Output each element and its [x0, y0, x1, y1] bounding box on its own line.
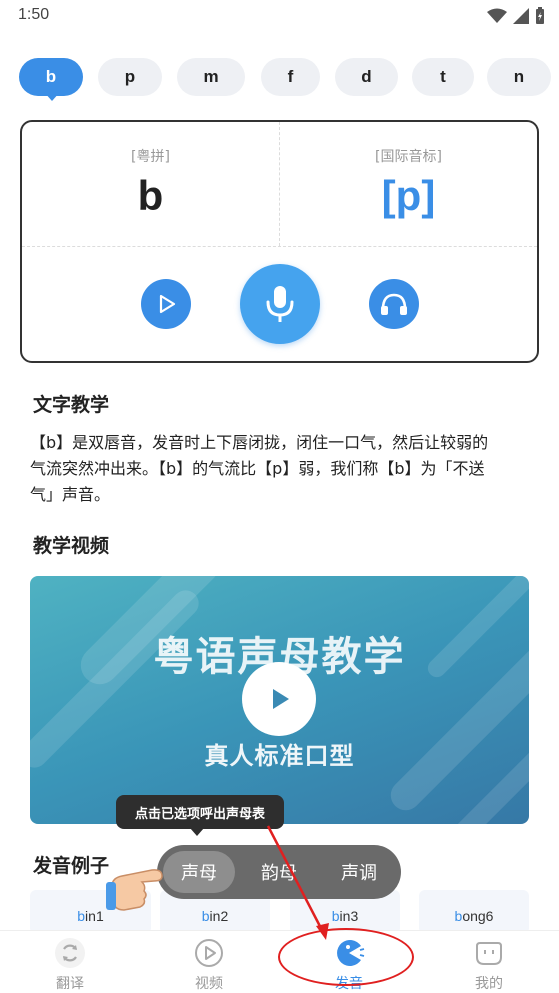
video-subtitle: 真人标准口型 [204, 742, 355, 770]
tab-video[interactable]: 视频 [159, 931, 259, 993]
description-line: 气流突然冲出来。【b】的气流比【p】弱，我们称【b】为「不送 [30, 459, 485, 478]
example-word: in3 [339, 908, 359, 924]
play-icon [273, 689, 289, 709]
ipa-value: [p] [381, 172, 436, 219]
microphone-icon [266, 286, 294, 322]
segment-tones[interactable]: 声调 [323, 851, 395, 893]
annotation-ellipse [278, 928, 414, 986]
example-card[interactable]: bong6 [419, 890, 529, 934]
initial-chip-t[interactable]: t [412, 58, 474, 96]
tab-me[interactable]: 我的 [439, 931, 539, 993]
examples-section-title: 发音例子 [33, 855, 110, 877]
face-icon [476, 942, 502, 965]
pronunciation-card: [粤拼] b [国际音标] [p] [20, 120, 539, 363]
segment-finals[interactable]: 韵母 [243, 851, 315, 893]
signal-icon [513, 8, 529, 24]
teaching-video[interactable]: 粤语声母教学 真人标准口型 [30, 576, 529, 824]
listen-button[interactable] [369, 279, 419, 329]
description-line: 【b】是双唇音，发音时上下唇闭拢，闭住一口气，然后让较弱的 [30, 433, 489, 452]
active-chip-pointer [44, 92, 60, 101]
example-initial: b [331, 908, 340, 924]
refresh-icon [55, 938, 85, 968]
example-initial: b [77, 908, 86, 924]
jyutping-value: b [137, 172, 164, 219]
initial-chip-p[interactable]: p [98, 58, 162, 96]
example-word: ong6 [462, 908, 494, 924]
card-divider-horizontal [22, 246, 537, 247]
tab-label: 我的 [475, 976, 503, 992]
play-button[interactable] [141, 279, 191, 329]
battery-icon [536, 7, 544, 24]
jyutping-column: [粤拼] b [22, 122, 279, 246]
example-word: in2 [209, 908, 229, 924]
wifi-icon [487, 8, 507, 23]
initial-chip-m[interactable]: m [177, 58, 245, 96]
ipa-column: [国际音标] [p] [280, 122, 537, 246]
initial-chip-d[interactable]: d [335, 58, 398, 96]
initials-selector: b p m f d t n [0, 56, 559, 102]
text-teaching-description: 【b】是双唇音，发音时上下唇闭拢，闭住一口气，然后让较弱的 气流突然冲出来。【b… [30, 430, 535, 508]
table-type-popup: 声母 韵母 声调 [157, 845, 401, 899]
status-bar: 1:50 [0, 0, 559, 32]
ipa-label: [国际音标] [375, 149, 442, 165]
tab-label: 翻译 [56, 976, 84, 992]
pointing-hand-icon [106, 869, 163, 911]
status-icons [487, 7, 545, 25]
hint-tooltip: 点击已选项呼出声母表 [116, 795, 284, 829]
example-word: in1 [85, 908, 104, 924]
tab-label: 视频 [195, 976, 223, 992]
headphones-icon [381, 293, 407, 315]
segment-initials[interactable]: 声母 [163, 851, 235, 893]
video-section-title: 教学视频 [33, 535, 110, 557]
record-button[interactable] [240, 264, 320, 344]
tooltip-pointer [190, 828, 204, 836]
tab-translate[interactable]: 翻译 [20, 931, 120, 993]
initial-chip-b[interactable]: b [19, 58, 83, 96]
description-line: 气」声音。 [30, 485, 111, 504]
play-icon [159, 294, 176, 314]
initial-chip-n[interactable]: n [487, 58, 551, 96]
video-play-icon [195, 939, 223, 967]
initial-chip-f[interactable]: f [261, 58, 320, 96]
video-play-button[interactable] [242, 662, 316, 736]
jyutping-label: [粤拼] [131, 149, 170, 165]
example-initial: b [201, 908, 210, 924]
text-teaching-title: 文字教学 [33, 394, 110, 416]
status-time: 1:50 [18, 6, 50, 23]
